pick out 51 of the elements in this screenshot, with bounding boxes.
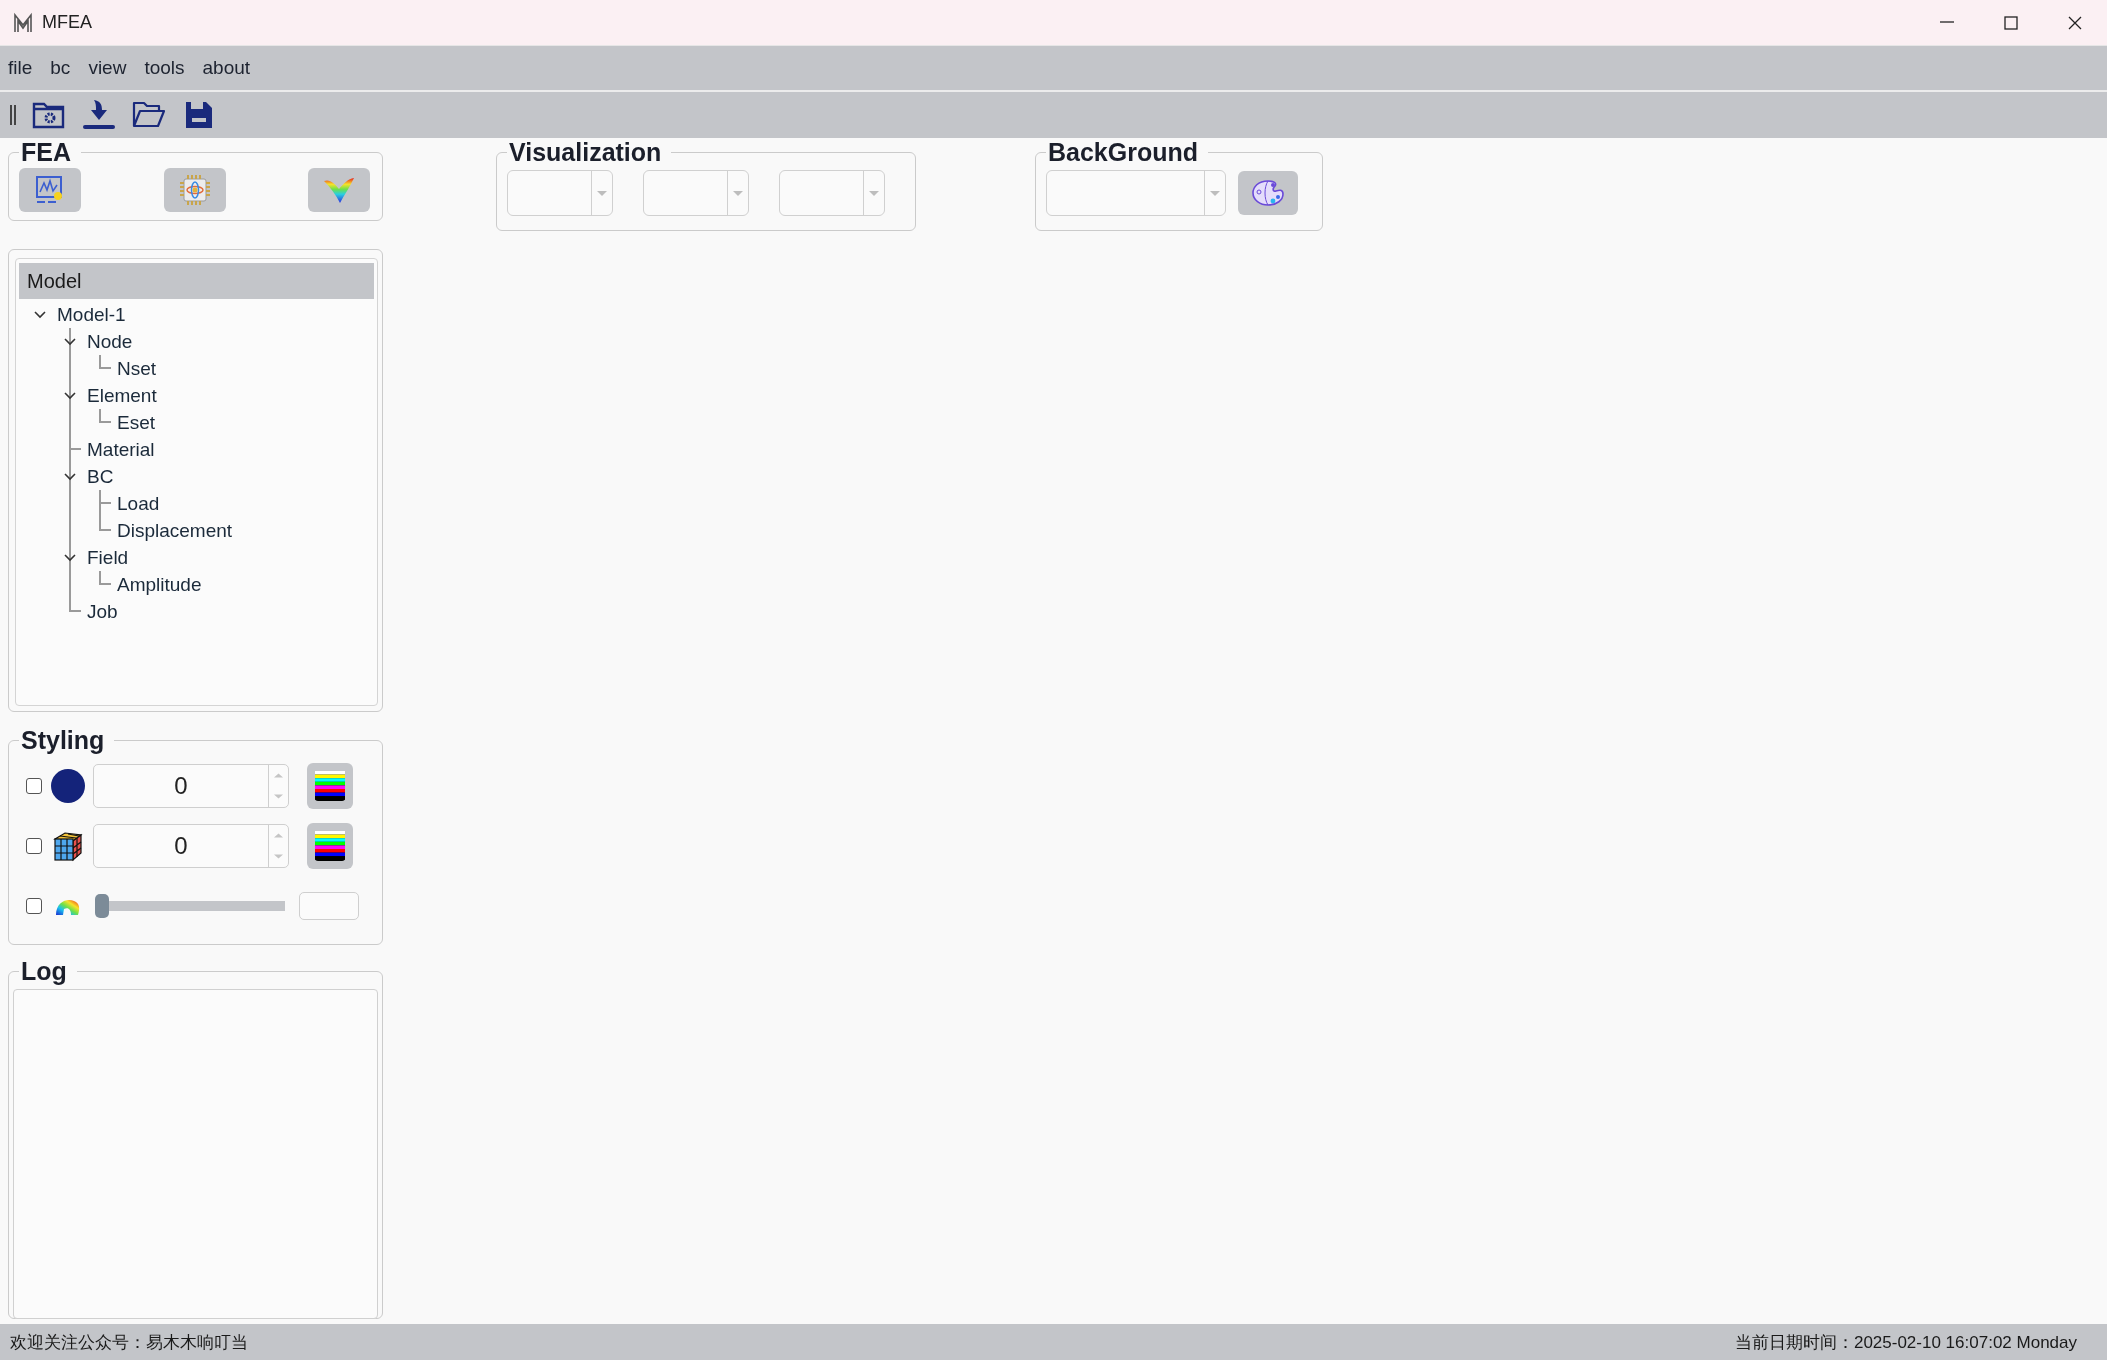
group-title: Visualization [509,138,662,166]
tool-button[interactable] [163,168,226,212]
close-icon[interactable] [2067,14,2083,31]
input-field[interactable] [299,892,359,920]
group-title: Log [21,957,67,985]
download-icon[interactable] [82,98,116,132]
menu-item[interactable]: tools [142,55,187,81]
tree-header: Model [19,263,374,299]
window-title: MFEA [42,12,92,33]
colorbar-button[interactable] [307,763,353,809]
tree-item[interactable]: Field [87,546,129,569]
tree-item[interactable]: BC [87,465,114,488]
menu-item[interactable]: file [6,55,35,81]
group-title: BackGround [1048,138,1199,166]
checkbox[interactable] [26,898,42,914]
palette-button[interactable] [1238,171,1298,215]
tree-item[interactable]: Element [87,384,157,407]
checkbox[interactable] [26,778,42,794]
tree-item[interactable]: Material [87,438,155,461]
tree-item[interactable]: Displacement [117,519,233,542]
tree-item[interactable]: Nset [117,357,157,380]
tree-item[interactable]: Node [87,330,133,353]
dot-icon [51,769,85,803]
app-logo-icon [12,11,34,34]
caret-icon [868,189,880,197]
caret-icon [1209,189,1221,197]
menu-item[interactable]: view [86,55,129,81]
cube-icon [51,829,85,863]
palette-icon [1251,177,1285,209]
slider-thumb[interactable] [95,894,109,918]
chip-icon [177,173,212,207]
group-title: Styling [21,726,105,754]
color-bar-icon [315,771,345,801]
tree-item[interactable]: Load [117,492,160,515]
tree-item[interactable]: Model-1 [57,303,126,326]
menu-item[interactable]: about [200,55,253,81]
tree-item[interactable]: Eset [117,411,156,434]
status-datetime: 当前日期时间：2025-02-10 16:07:02 Monday [1734,1331,2077,1354]
caret-icon [732,189,744,197]
colorbar-button[interactable] [307,823,353,869]
caret-icon [596,189,608,197]
tree-item[interactable]: Job [87,600,118,623]
menu-item[interactable]: bc [48,55,73,81]
tool-button[interactable] [19,168,81,212]
tree-item[interactable]: Amplitude [117,573,202,596]
toolbar-handle[interactable] [10,105,16,125]
checkbox[interactable] [26,838,42,854]
maximize-icon[interactable] [2003,14,2019,31]
color-bar-icon [315,831,345,861]
status-text: 欢迎关注公众号：易木木响叮当 [10,1331,248,1354]
group-title: FEA [21,138,71,166]
